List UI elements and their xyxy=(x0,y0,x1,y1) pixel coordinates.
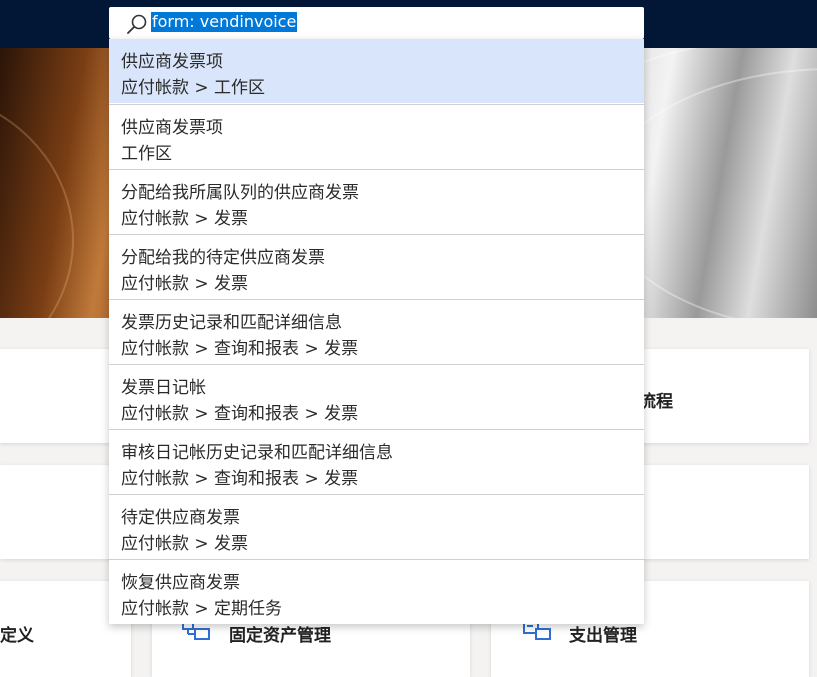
result-title: 待定供应商发票 xyxy=(121,508,240,528)
result-path: 应付帐款 > 查询和报表 > 发票 xyxy=(121,339,359,359)
search-result-item[interactable]: 审核日记帐历史记录和匹配详细信息 应付帐款 > 查询和报表 > 发票 xyxy=(109,429,644,493)
search-result-item[interactable]: 分配给我的待定供应商发票 应付帐款 > 发票 xyxy=(109,234,644,298)
search-result-item[interactable]: 分配给我所属队列的供应商发票 应付帐款 > 发票 xyxy=(109,169,644,233)
tile-title: 流程 xyxy=(639,392,673,412)
result-path: 应付帐款 > 查询和报表 > 发票 xyxy=(121,469,359,489)
result-path: 应付帐款 > 查询和报表 > 发票 xyxy=(121,404,359,424)
search-result-item[interactable]: 发票历史记录和匹配详细信息 应付帐款 > 查询和报表 > 发票 xyxy=(109,299,644,363)
result-path: 应付帐款 > 工作区 xyxy=(121,78,266,98)
result-path: 应付帐款 > 发票 xyxy=(121,274,249,294)
tile-title: 固定资产管理 xyxy=(229,626,331,646)
search-result-item[interactable]: 供应商发票项 应付帐款 > 工作区 xyxy=(109,39,644,103)
search-icon xyxy=(127,14,147,34)
search-input-text[interactable]: form: vendinvoice xyxy=(151,12,298,32)
search-result-item[interactable]: 恢复供应商发票 应付帐款 > 定期任务 xyxy=(109,559,644,623)
result-title: 发票历史记录和匹配详细信息 xyxy=(121,313,342,333)
result-title: 分配给我的待定供应商发票 xyxy=(121,248,325,268)
result-path: 应付帐款 > 发票 xyxy=(121,209,249,229)
tile-title: 定义 xyxy=(0,626,34,646)
search-input[interactable]: form: vendinvoice xyxy=(109,7,644,39)
result-title: 恢复供应商发票 xyxy=(121,573,240,593)
result-title: 供应商发票项 xyxy=(121,52,223,72)
search-results-dropdown: 供应商发票项 应付帐款 > 工作区 供应商发票项 工作区 分配给我所属队列的供应… xyxy=(109,39,644,624)
tile-title: 支出管理 xyxy=(569,626,637,646)
result-title: 审核日记帐历史记录和匹配详细信息 xyxy=(121,443,393,463)
search-result-item[interactable]: 发票日记帐 应付帐款 > 查询和报表 > 发票 xyxy=(109,364,644,428)
result-path: 应付帐款 > 发票 xyxy=(121,534,249,554)
result-title: 分配给我所属队列的供应商发票 xyxy=(121,183,359,203)
result-title: 供应商发票项 xyxy=(121,118,223,138)
search-result-item[interactable]: 待定供应商发票 应付帐款 > 发票 xyxy=(109,494,644,558)
result-title: 发票日记帐 xyxy=(121,378,206,398)
result-path: 工作区 xyxy=(121,144,172,164)
result-path: 应付帐款 > 定期任务 xyxy=(121,599,283,619)
search-result-item[interactable]: 供应商发票项 工作区 xyxy=(109,104,644,168)
